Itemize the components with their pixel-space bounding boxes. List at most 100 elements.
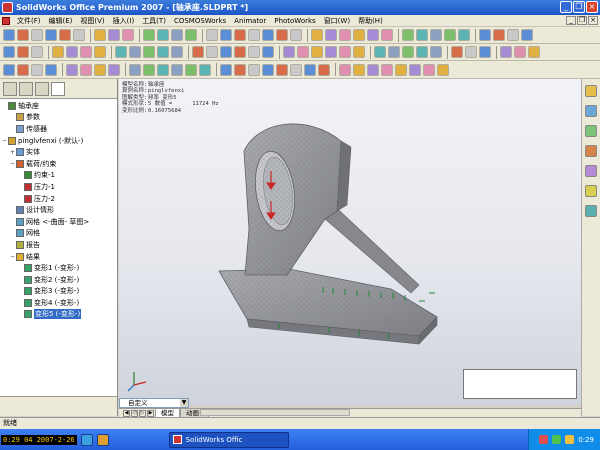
toolbar-button-icon[interactable] xyxy=(143,29,155,41)
toolbar-button-icon[interactable] xyxy=(234,29,246,41)
toolbar-button-icon[interactable] xyxy=(276,63,288,76)
tray-app-icon[interactable] xyxy=(539,435,549,444)
taskbar-solidworks-button[interactable]: SolidWorks Offic xyxy=(168,431,289,448)
menu-item[interactable]: 编辑(E) xyxy=(45,16,77,26)
toolbar-button-icon[interactable] xyxy=(122,29,134,41)
view-palette-icon[interactable] xyxy=(585,165,597,177)
horizontal-scrollbar[interactable] xyxy=(200,409,350,416)
toolbar-button-icon[interactable] xyxy=(430,46,442,58)
toolbar-button-icon[interactable] xyxy=(108,63,120,76)
toolbar-button-icon[interactable] xyxy=(339,63,351,76)
ie-quicklaunch-icon[interactable] xyxy=(80,433,93,446)
tree-item[interactable]: 变形3 (-变形-) xyxy=(2,286,117,298)
tray-volume-icon[interactable] xyxy=(565,435,575,444)
document-icon[interactable] xyxy=(2,16,10,25)
tree-item[interactable]: 网格 <-曲面- 草图> xyxy=(2,216,117,228)
toolbar-button-icon[interactable] xyxy=(143,63,155,76)
toolbar-button-icon[interactable] xyxy=(185,63,197,76)
toolbar-button-icon[interactable] xyxy=(339,46,351,58)
toolbar-button-icon[interactable] xyxy=(318,63,330,76)
toolbar-button-icon[interactable] xyxy=(234,63,246,76)
resources-icon[interactable] xyxy=(585,85,597,97)
search-icon[interactable] xyxy=(585,145,597,157)
toolbar-button-icon[interactable] xyxy=(304,63,316,76)
toolbar-button-icon[interactable] xyxy=(514,46,526,58)
toolbar-button-icon[interactable] xyxy=(199,63,211,76)
toolbar-button-icon[interactable] xyxy=(367,63,379,76)
toolbar-button-icon[interactable] xyxy=(395,63,407,76)
toolbar-button-icon[interactable] xyxy=(374,46,386,58)
toolbar-button-icon[interactable] xyxy=(248,46,260,58)
toolbar-button-icon[interactable] xyxy=(94,29,106,41)
view-select-dropdown[interactable]: 自定义 ▼ xyxy=(119,398,189,408)
menu-item[interactable]: 帮助(H) xyxy=(354,16,387,26)
property-manager-tab[interactable] xyxy=(19,81,33,96)
toolbar-button-icon[interactable] xyxy=(206,29,218,41)
toolbar-button-icon[interactable] xyxy=(444,29,456,41)
toolbar-button-icon[interactable] xyxy=(234,46,246,58)
toolbar-button-icon[interactable] xyxy=(66,63,78,76)
toolbar-button-icon[interactable] xyxy=(52,46,64,58)
toolbar-button-icon[interactable] xyxy=(94,63,106,76)
toolbar-button-icon[interactable] xyxy=(3,46,15,58)
toolbar-button-icon[interactable] xyxy=(276,29,288,41)
toolbar-button-icon[interactable] xyxy=(521,29,533,41)
toolbar-button-icon[interactable] xyxy=(353,63,365,76)
toolbar-button-icon[interactable] xyxy=(416,46,428,58)
next-tab-icon[interactable]: ▷ xyxy=(139,409,146,417)
toolbar-button-icon[interactable] xyxy=(437,63,449,76)
toolbar-button-icon[interactable] xyxy=(528,46,540,58)
toolbar-button-icon[interactable] xyxy=(479,46,491,58)
toolbar-button-icon[interactable] xyxy=(339,29,351,41)
toolbar-button-icon[interactable] xyxy=(262,63,274,76)
toolbar-button-icon[interactable] xyxy=(451,46,463,58)
toolbar-button-icon[interactable] xyxy=(423,63,435,76)
toolbar-button-icon[interactable] xyxy=(290,63,302,76)
toolbar-button-icon[interactable] xyxy=(31,46,43,58)
toolbar-button-icon[interactable] xyxy=(353,46,365,58)
appearances-icon[interactable] xyxy=(585,185,597,197)
toolbar-button-icon[interactable] xyxy=(367,29,379,41)
doc-restore-button[interactable]: ❐ xyxy=(577,16,587,25)
toolbar-button-icon[interactable] xyxy=(283,46,295,58)
tree-item[interactable]: 轴承座 xyxy=(2,100,117,112)
tree-item[interactable]: 压力-2 xyxy=(2,193,117,205)
toolbar-button-icon[interactable] xyxy=(192,46,204,58)
folder-quicklaunch-icon[interactable] xyxy=(96,433,109,446)
design-library-icon[interactable] xyxy=(585,105,597,117)
toolbar-button-icon[interactable] xyxy=(262,29,274,41)
toolbar-button-icon[interactable] xyxy=(248,63,260,76)
toolbar-button-icon[interactable] xyxy=(388,46,400,58)
toolbar-button-icon[interactable] xyxy=(409,63,421,76)
menu-item[interactable]: 视图(V) xyxy=(76,16,108,26)
toolbar-button-icon[interactable] xyxy=(185,29,197,41)
tree-item[interactable]: 设计情形 xyxy=(2,204,117,216)
menu-item[interactable]: Animator xyxy=(230,17,270,25)
toolbar-button-icon[interactable] xyxy=(290,29,302,41)
menu-item[interactable]: 文件(F) xyxy=(13,16,45,26)
toolbar-button-icon[interactable] xyxy=(325,29,337,41)
toolbar-button-icon[interactable] xyxy=(416,29,428,41)
toolbar-button-icon[interactable] xyxy=(129,46,141,58)
tree-item[interactable]: 报告 xyxy=(2,239,117,251)
tree-item[interactable]: 变形4 (-变形-) xyxy=(2,297,117,309)
toolbar-button-icon[interactable] xyxy=(262,46,274,58)
tree-item[interactable]: + 实体 xyxy=(2,146,117,158)
toolbar-button-icon[interactable] xyxy=(94,46,106,58)
toolbar-button-icon[interactable] xyxy=(381,63,393,76)
toolbar-button-icon[interactable] xyxy=(80,63,92,76)
cosmos-manager-tab[interactable] xyxy=(51,81,65,96)
toolbar-button-icon[interactable] xyxy=(17,29,29,41)
menu-item[interactable]: 窗口(W) xyxy=(320,16,354,26)
toolbar-button-icon[interactable] xyxy=(402,46,414,58)
tree-item[interactable]: − 载荷/约束 xyxy=(2,158,117,170)
file-explorer-icon[interactable] xyxy=(585,125,597,137)
tree-item[interactable]: 变形1 (-变形-) xyxy=(2,262,117,274)
toolbar-button-icon[interactable] xyxy=(220,46,232,58)
toolbar-button-icon[interactable] xyxy=(80,46,92,58)
toolbar-button-icon[interactable] xyxy=(143,46,155,58)
toolbar-button-icon[interactable] xyxy=(73,29,85,41)
toolbar-button-icon[interactable] xyxy=(157,63,169,76)
menu-item[interactable]: COSMOSWorks xyxy=(170,17,230,25)
tree-item[interactable]: − pinglvfenxi (-默认-) xyxy=(2,135,117,147)
